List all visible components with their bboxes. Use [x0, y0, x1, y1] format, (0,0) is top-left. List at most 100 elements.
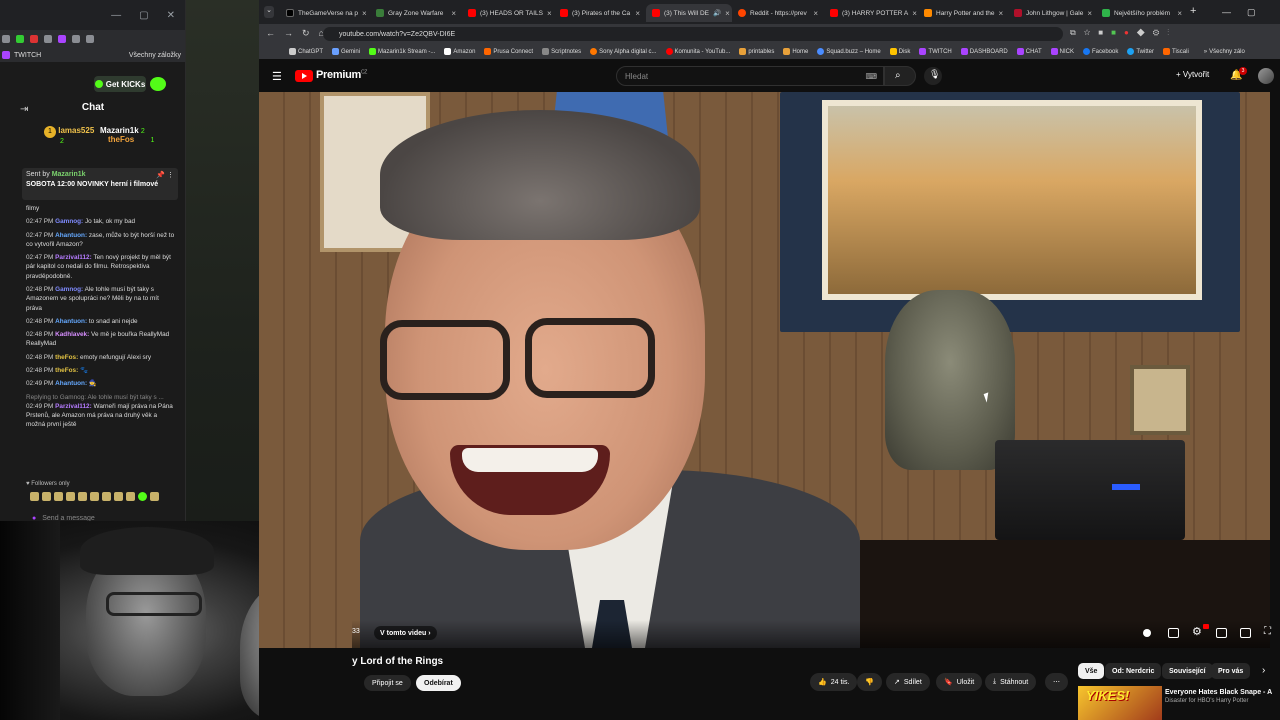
emote-icon[interactable]	[102, 492, 111, 501]
bookmark-item[interactable]: Komunita - YouTub...	[665, 48, 730, 55]
forward-icon[interactable]: →	[284, 28, 302, 38]
close-tab-icon[interactable]: ×	[451, 9, 462, 18]
extension-icon[interactable]	[86, 35, 94, 43]
share-button[interactable]: ↗ Sdílet	[886, 673, 930, 691]
tab-item[interactable]: Harry Potter and the ×	[918, 4, 1008, 22]
in-this-video-button[interactable]: V tomto videu ›	[374, 626, 437, 640]
audio-icon[interactable]: 🔊	[713, 9, 721, 17]
emote-icon[interactable]	[66, 492, 75, 501]
bookmark-item[interactable]: ChatGPT	[289, 48, 323, 55]
tab-item[interactable]: (3) HARRY POTTER A ×	[824, 4, 918, 22]
bookmark-item[interactable]: Squad.buzz – Home	[817, 48, 881, 55]
bookmark-item[interactable]: Disk	[889, 48, 910, 55]
tab-item[interactable]: Největšího problém ×	[1096, 4, 1188, 22]
maximize-icon[interactable]: ▢	[1247, 7, 1272, 17]
reply-context[interactable]: Replying to Gamnog: Ale tohle musí být t…	[26, 393, 176, 402]
star-icon[interactable]: ☆	[1084, 28, 1099, 37]
message-user[interactable]: theFos:	[55, 354, 78, 361]
close-tab-icon[interactable]: ×	[362, 9, 370, 18]
emote-icon[interactable]	[150, 492, 159, 501]
extension-icon[interactable]: ◆	[1137, 28, 1153, 37]
message-user[interactable]: Parzival112:	[55, 403, 92, 410]
extension-icon[interactable]	[30, 35, 38, 43]
avatar[interactable]	[1258, 68, 1274, 84]
chip-for-you[interactable]: Pro vás	[1211, 663, 1251, 679]
back-icon[interactable]: ←	[266, 28, 284, 38]
tab-item[interactable]: (3) HEADS OR TAILS ×	[462, 4, 554, 22]
bookmark-item[interactable]: Twitter	[1127, 48, 1154, 55]
emote-icon[interactable]	[114, 492, 123, 501]
search-button[interactable]: ⌕	[884, 66, 916, 86]
new-tab-icon[interactable]: +	[1190, 5, 1196, 17]
bookmark-item[interactable]: Gemini	[332, 48, 360, 55]
extension-icon[interactable]: ●	[1124, 28, 1137, 37]
tab-item[interactable]: TheGameVerse na p ×	[280, 4, 370, 22]
fullscreen-icon[interactable]: ⛶	[1264, 626, 1271, 637]
bookmark-item[interactable]: Home	[783, 48, 808, 55]
bookmark-item[interactable]: Scriptnotes	[542, 48, 581, 55]
close-icon[interactable]: ✕	[167, 10, 175, 21]
search-input[interactable]: Hledat ⌨	[616, 66, 884, 86]
bookmark-item[interactable]: Tiscali	[1163, 48, 1189, 55]
tab-item[interactable]: Gray Zone Warfare ×	[370, 4, 462, 22]
extension-icon[interactable]	[2, 35, 10, 43]
message-user[interactable]: Ahantuon:	[55, 318, 87, 325]
emote-icon[interactable]	[54, 492, 63, 501]
emote-icon[interactable]	[126, 492, 135, 501]
message-user[interactable]: theFos:	[55, 367, 78, 374]
download-button[interactable]: ⤓ Stáhnout	[985, 673, 1037, 691]
kick-emote-icon[interactable]	[138, 492, 147, 501]
message-user[interactable]: Ahantuon:	[55, 380, 87, 387]
settings-icon[interactable]: ⚙	[1192, 625, 1202, 638]
extension-icon[interactable]	[58, 35, 66, 43]
message-user[interactable]: Kadhlavek:	[55, 331, 89, 338]
recommended-thumbnail[interactable]: YIKES!	[1078, 686, 1162, 720]
subtitles-icon[interactable]	[1168, 628, 1179, 638]
pinned-message[interactable]: Sent by Mazarin1k 📌 ⋮ SOBOTA 12:00 NOVIN…	[22, 168, 178, 200]
subscribe-button[interactable]: Odebírat	[416, 675, 461, 691]
autoplay-toggle[interactable]	[1143, 629, 1151, 637]
bookmark-item[interactable]: Facebook	[1082, 48, 1118, 55]
message-user[interactable]: Parzival112:	[55, 254, 92, 261]
tab-item[interactable]: (3) Pirates of the Ca ×	[554, 4, 646, 22]
close-tab-icon[interactable]: ×	[635, 9, 646, 18]
bookmark-all[interactable]: Všechny záložky	[129, 52, 185, 59]
close-tab-icon[interactable]: ×	[725, 9, 732, 18]
bookmark-twitch[interactable]: TWITCH	[14, 52, 41, 59]
extension-icon[interactable]	[72, 35, 80, 43]
miniplayer-icon[interactable]	[1216, 628, 1227, 638]
more-actions-button[interactable]: ⋯	[1045, 673, 1068, 691]
youtube-logo-icon[interactable]	[295, 70, 313, 82]
keyboard-icon[interactable]: ⌨	[865, 72, 877, 81]
close-tab-icon[interactable]: ×	[1087, 9, 1096, 18]
get-kicks-button[interactable]: Get KICKs	[94, 76, 146, 92]
youtube-premium-logo[interactable]: PremiumCZ	[316, 69, 367, 81]
emote-icon[interactable]	[90, 492, 99, 501]
emote-icon[interactable]	[30, 492, 39, 501]
bookmark-item[interactable]: Prusa Connect	[484, 48, 533, 55]
extension-icon[interactable]	[44, 35, 52, 43]
voice-search-button[interactable]: 🎙	[924, 67, 942, 85]
bookmark-item[interactable]: Amazon	[444, 48, 475, 55]
bookmark-item[interactable]: TWITCH	[919, 48, 952, 55]
theater-mode-icon[interactable]	[1240, 628, 1251, 638]
close-tab-icon[interactable]: ×	[1177, 9, 1188, 18]
close-tab-icon[interactable]: ×	[547, 9, 554, 18]
bookmark-item[interactable]: CHAT	[1016, 48, 1042, 55]
save-button[interactable]: 🔖 Uložit	[936, 673, 983, 691]
url-input[interactable]: youtube.com/watch?v=Ze2QBV-DI6E	[323, 27, 1063, 41]
minimize-icon[interactable]: —	[1222, 7, 1247, 17]
bookmark-all-folder[interactable]: » Všechny zálo	[1204, 49, 1245, 55]
emote-icon[interactable]	[42, 492, 51, 501]
kick-frog-icon[interactable]	[150, 77, 166, 91]
hamburger-menu-icon[interactable]: ☰	[272, 70, 282, 83]
extension-icon[interactable]: ■	[1098, 28, 1111, 37]
bookmark-item[interactable]: Sony Alpha digital c...	[590, 48, 657, 55]
message-user[interactable]: Gamnog:	[55, 218, 83, 225]
tab-item[interactable]: Reddit - https://prev ×	[732, 4, 824, 22]
chip-all[interactable]: Vše	[1078, 663, 1105, 679]
maximize-icon[interactable]: ▢	[139, 10, 148, 21]
bookmark-item[interactable]: printables	[739, 48, 774, 55]
pin-icon[interactable]: 📌 ⋮	[156, 171, 174, 179]
bookmark-item[interactable]: Mazarin1k Stream -...	[369, 48, 435, 55]
